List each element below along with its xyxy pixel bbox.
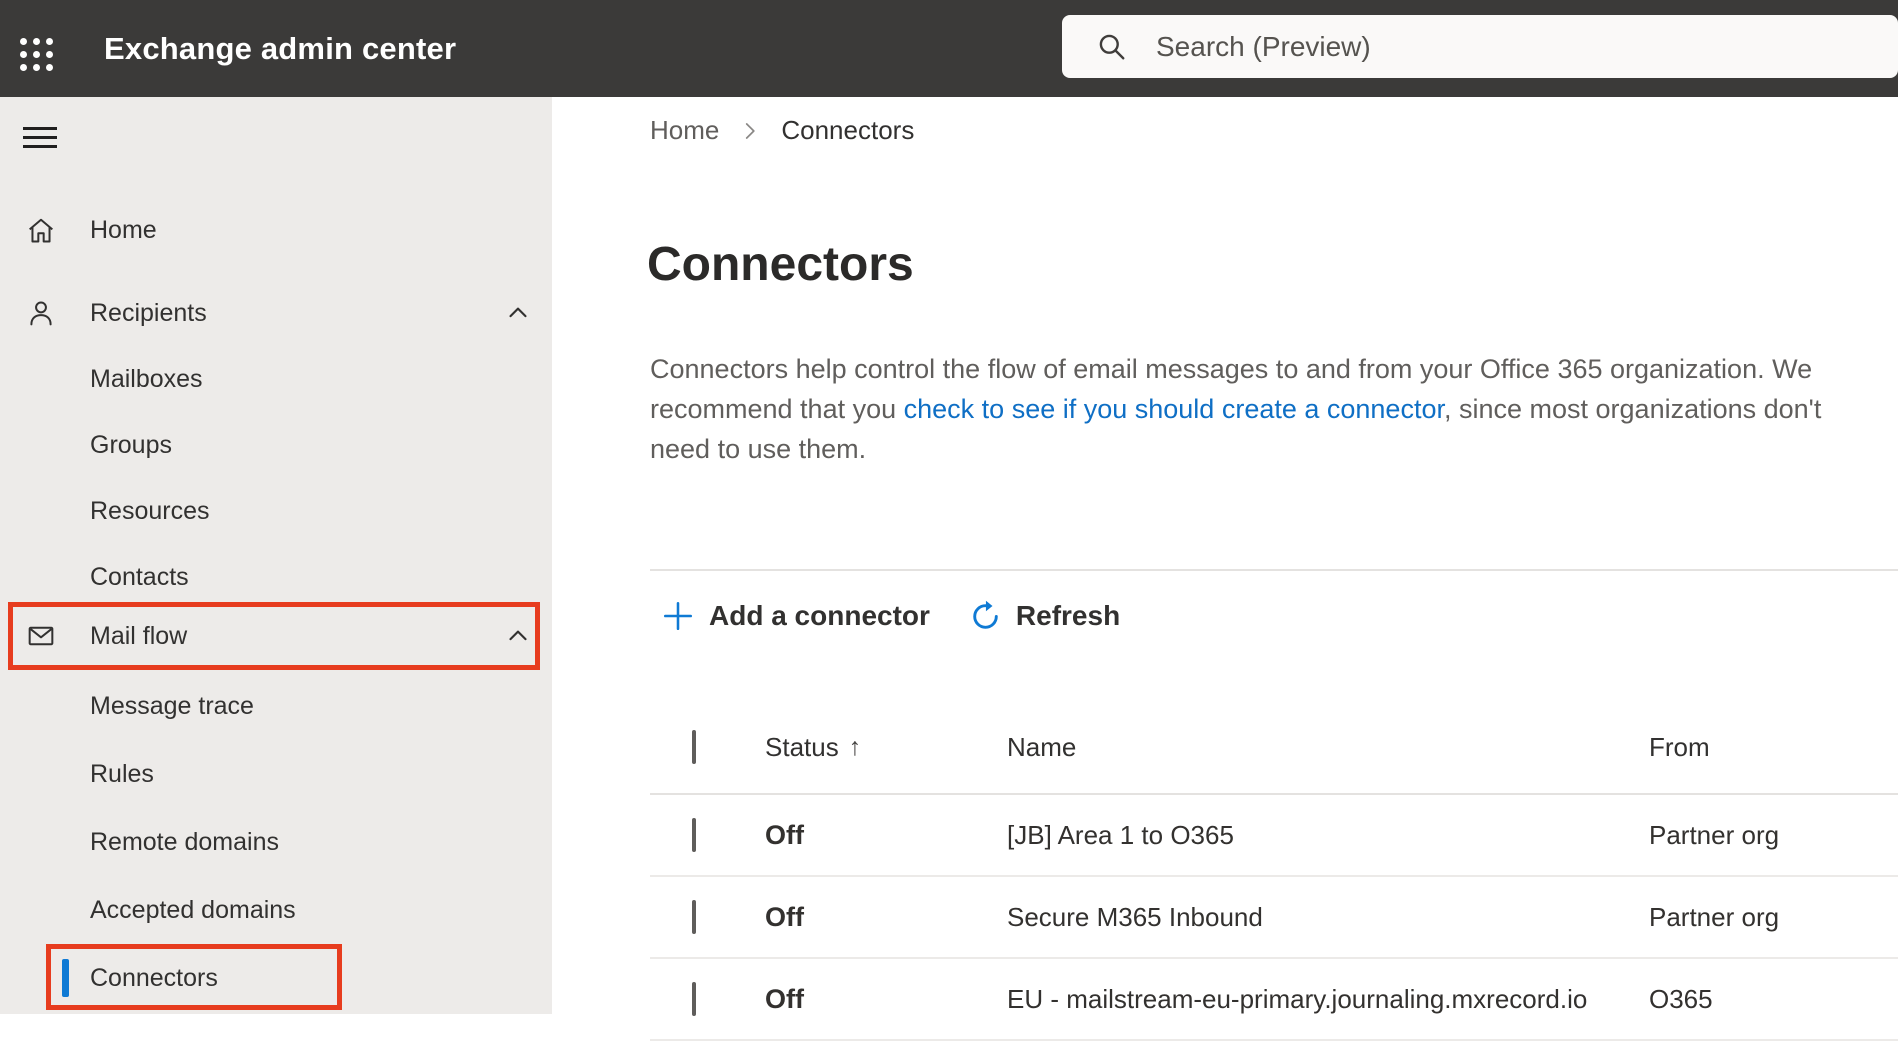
sidebar-item-resources[interactable]: Resources bbox=[0, 477, 552, 545]
column-header-status[interactable]: Status ↑ bbox=[765, 732, 1007, 763]
page-title: Connectors bbox=[647, 238, 914, 291]
hamburger-menu-icon[interactable] bbox=[23, 127, 57, 149]
search-input[interactable]: Search (Preview) bbox=[1062, 15, 1898, 78]
add-connector-button[interactable]: Add a connector bbox=[660, 598, 930, 634]
sidebar-item-groups[interactable]: Groups bbox=[0, 411, 552, 479]
mail-icon bbox=[28, 626, 54, 646]
sidebar-item-label: Message trace bbox=[90, 691, 254, 720]
status-cell: Off bbox=[765, 983, 804, 1014]
table-row[interactable]: Off [JB] Area 1 to O365 Partner org bbox=[650, 795, 1898, 877]
name-cell: [JB] Area 1 to O365 bbox=[1007, 819, 1234, 850]
status-header-label: Status bbox=[765, 731, 839, 762]
sidebar-item-label: Remote domains bbox=[90, 827, 279, 856]
top-app-bar: Exchange admin center Search (Preview) bbox=[0, 0, 1898, 97]
main-content: Home Connectors Connectors Connectors he… bbox=[552, 97, 1898, 1041]
sidebar-item-mail-flow[interactable]: Mail flow bbox=[0, 602, 552, 670]
status-cell: Off bbox=[765, 901, 804, 932]
table-row[interactable]: Off EU - mailstream-eu-primary.journalin… bbox=[650, 959, 1898, 1041]
sidebar-item-accepted-domains[interactable]: Accepted domains bbox=[0, 876, 552, 944]
sidebar-item-label: Recipients bbox=[90, 298, 207, 327]
plus-icon bbox=[663, 601, 693, 631]
from-cell: O365 bbox=[1649, 983, 1713, 1014]
refresh-icon bbox=[973, 600, 998, 629]
breadcrumb-home-link[interactable]: Home bbox=[650, 115, 719, 146]
breadcrumb-current: Connectors bbox=[781, 115, 915, 145]
app-launcher-waffle-icon[interactable] bbox=[20, 38, 60, 78]
sidebar-item-label: Connectors bbox=[90, 963, 218, 992]
sidebar-item-message-trace[interactable]: Message trace bbox=[0, 672, 552, 740]
sidebar-item-home[interactable]: Home bbox=[0, 196, 552, 264]
name-cell: Secure M365 Inbound bbox=[1007, 901, 1263, 932]
sidebar-item-label: Mail flow bbox=[90, 621, 188, 650]
sidebar-item-contacts[interactable]: Contacts bbox=[0, 543, 552, 611]
toolbar-top-divider bbox=[650, 569, 1898, 571]
table-header-row: Status ↑ Name From bbox=[650, 701, 1898, 795]
name-cell: EU - mailstream-eu-primary.journaling.mx… bbox=[1007, 983, 1588, 1014]
sidebar-item-remote-domains[interactable]: Remote domains bbox=[0, 808, 552, 876]
sidebar-item-label: Resources bbox=[90, 496, 210, 525]
row-checkbox[interactable] bbox=[692, 899, 696, 934]
connectors-table: Status ↑ Name From Off [JB] Area 1 to O3… bbox=[650, 701, 1898, 1041]
search-icon bbox=[1099, 34, 1125, 59]
refresh-label: Refresh bbox=[1015, 600, 1121, 631]
sidebar-item-mailboxes[interactable]: Mailboxes bbox=[0, 345, 552, 413]
column-header-from[interactable]: From bbox=[1649, 732, 1898, 763]
sidebar-item-label: Groups bbox=[90, 430, 172, 459]
sidebar-item-label: Contacts bbox=[90, 562, 189, 591]
sidebar-item-label: Rules bbox=[90, 759, 154, 788]
sidebar-item-label: Home bbox=[90, 215, 157, 244]
selected-item-indicator bbox=[62, 959, 69, 997]
sidebar-item-label: Mailboxes bbox=[90, 364, 203, 393]
column-header-name[interactable]: Name bbox=[1007, 732, 1649, 763]
from-cell: Partner org bbox=[1649, 819, 1780, 850]
sidebar-item-recipients[interactable]: Recipients bbox=[0, 279, 552, 347]
select-all-checkbox[interactable] bbox=[692, 729, 696, 764]
home-icon bbox=[29, 218, 53, 243]
chevron-up-icon[interactable] bbox=[503, 621, 533, 651]
command-bar: Add a connector Refresh bbox=[660, 592, 1120, 640]
table-row[interactable]: Off Secure M365 Inbound Partner org bbox=[650, 877, 1898, 959]
search-placeholder: Search (Preview) bbox=[1156, 30, 1371, 62]
breadcrumb: Home Connectors bbox=[650, 115, 914, 146]
row-checkbox[interactable] bbox=[692, 981, 696, 1016]
create-connector-check-link[interactable]: check to see if you should create a conn… bbox=[904, 394, 1444, 424]
person-icon bbox=[30, 301, 52, 326]
app-title: Exchange admin center bbox=[104, 30, 457, 66]
sidebar-item-rules[interactable]: Rules bbox=[0, 740, 552, 808]
add-connector-label: Add a connector bbox=[709, 600, 930, 631]
from-cell: Partner org bbox=[1649, 901, 1780, 932]
page-description: Connectors help control the flow of emai… bbox=[650, 349, 1880, 469]
breadcrumb-chevron-icon bbox=[737, 118, 763, 144]
row-checkbox[interactable] bbox=[692, 817, 696, 852]
sort-ascending-icon: ↑ bbox=[848, 732, 862, 761]
left-navigation: Home Recipients Mailboxes Groups Resourc… bbox=[0, 97, 552, 1014]
chevron-up-icon[interactable] bbox=[503, 298, 533, 328]
status-cell: Off bbox=[765, 819, 804, 850]
sidebar-item-label: Accepted domains bbox=[90, 895, 296, 924]
sidebar-item-connectors[interactable]: Connectors bbox=[0, 944, 552, 1012]
refresh-button[interactable]: Refresh bbox=[968, 599, 1120, 634]
